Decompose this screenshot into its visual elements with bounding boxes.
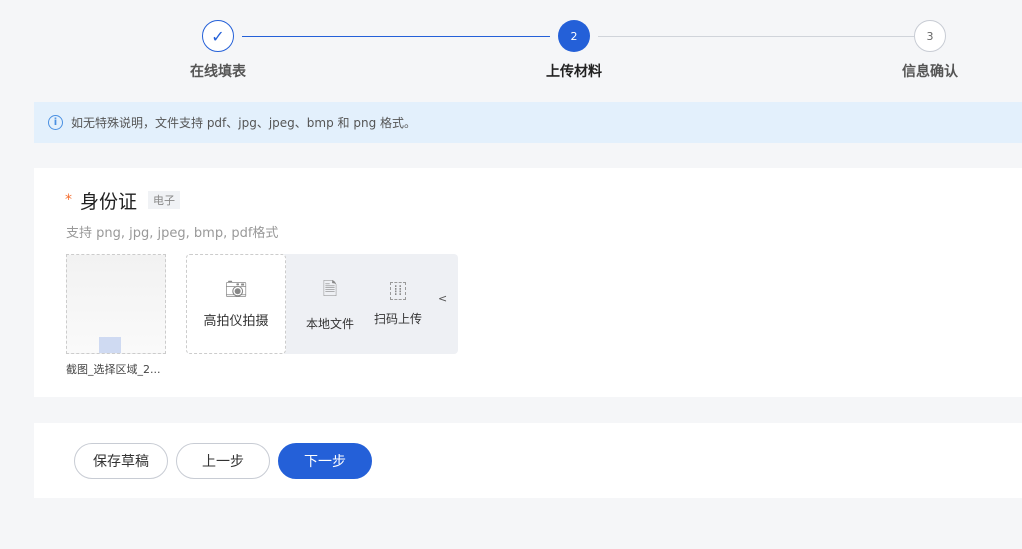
camera-icon: 📷︎ [224, 279, 248, 300]
step-1-check-icon: ✓ [202, 20, 234, 52]
notice-text: 如无特殊说明，文件支持 pdf、jpg、jpeg、bmp 和 png 格式。 [71, 116, 417, 130]
step-connector-done [242, 36, 550, 37]
file-name: 截图_选择区域_2... [66, 363, 161, 376]
action-bar: 保存草稿 上一步 下一步 [34, 423, 1022, 498]
scan-label: 扫码上传 [373, 311, 422, 326]
upload-card: * 身份证 电子 支持 png, jpg, jpeg, bmp, pdf格式 截… [34, 168, 1022, 397]
local-file-button[interactable]: 🗎 本地文件 [296, 254, 364, 354]
required-mark: * [65, 192, 72, 208]
file-icon: 🗎 [322, 278, 338, 300]
step-3-label: 信息确认 [902, 64, 958, 80]
save-draft-button[interactable]: 保存草稿 [74, 443, 168, 479]
collapse-toggle[interactable]: < [438, 292, 447, 305]
upload-options: 📷︎ 高拍仪拍摄 🗎 本地文件 ⁞⁞ 扫码上传 < [186, 254, 458, 354]
info-icon: i [48, 115, 63, 130]
camera-label: 高拍仪拍摄 [203, 314, 269, 329]
scan-icon: ⁞⁞ [389, 281, 407, 300]
step-1-label: 在线填表 [190, 64, 246, 80]
step-2-label: 上传材料 [546, 64, 602, 80]
step-3-number: 3 [914, 20, 946, 52]
scan-upload-button[interactable]: ⁞⁞ 扫码上传 [364, 254, 432, 354]
upload-hint: 支持 png, jpg, jpeg, bmp, pdf格式 [66, 226, 279, 241]
upload-title: 身份证 [80, 191, 138, 213]
step-2-number: 2 [558, 20, 590, 52]
local-file-label: 本地文件 [305, 316, 354, 331]
camera-capture-button[interactable]: 📷︎ 高拍仪拍摄 [186, 254, 286, 354]
next-step-button[interactable]: 下一步 [278, 443, 372, 479]
notice-bar: i 如无特殊说明，文件支持 pdf、jpg、jpeg、bmp 和 png 格式。 [34, 102, 1022, 143]
file-thumbnail[interactable] [66, 254, 166, 354]
step-connector-pending [598, 36, 914, 37]
prev-step-button[interactable]: 上一步 [176, 443, 270, 479]
upload-tag: 电子 [148, 191, 180, 209]
